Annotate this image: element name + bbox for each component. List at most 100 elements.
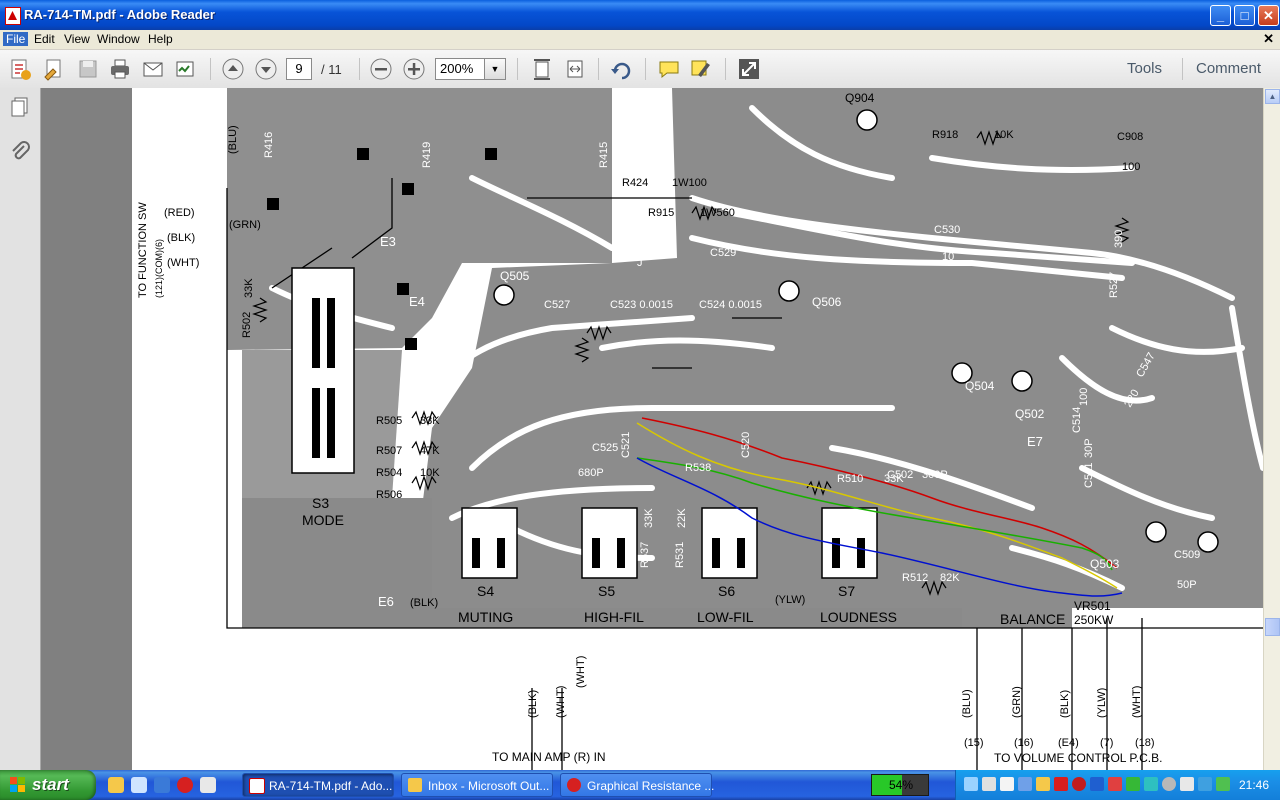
toolbar-separator — [210, 58, 211, 80]
resistor-value: 10K — [420, 467, 440, 479]
test-point-label: E4 — [409, 294, 425, 309]
muting-label: MUTING — [458, 609, 513, 625]
capacitor-value: 100 — [1078, 388, 1090, 406]
scroll-up-button[interactable]: ▲ — [1265, 89, 1280, 104]
vr-value: 250KW — [1074, 613, 1114, 627]
capacitor-label: C514 — [1071, 407, 1083, 433]
menu-help[interactable]: Help — [145, 32, 176, 46]
zoom-out-icon[interactable] — [369, 57, 393, 81]
resistor-label: R506 — [376, 489, 402, 501]
email-icon[interactable] — [141, 57, 165, 81]
prev-page-icon[interactable] — [221, 57, 245, 81]
internet-explorer-icon[interactable] — [154, 777, 170, 793]
show-desktop-icon[interactable] — [131, 777, 147, 793]
resistor-label: R504 — [376, 467, 402, 479]
clock[interactable]: 21:46 — [1239, 778, 1269, 792]
volume-pin: (18) — [1135, 737, 1155, 749]
zoom-dropdown-button[interactable]: ▼ — [485, 58, 506, 80]
scrollbar-thumb[interactable] — [1265, 618, 1280, 636]
checkmark-tray-icon[interactable] — [1126, 777, 1140, 791]
title-bar[interactable]: RA-714-TM.pdf - Adobe Reader _ □ ✕ — [0, 0, 1280, 30]
tools-panel-link[interactable]: Tools — [1127, 60, 1162, 77]
security-tray-icon[interactable] — [1072, 777, 1086, 791]
edit-icon[interactable] — [42, 57, 66, 81]
network-tray-icon[interactable] — [964, 777, 978, 791]
menu-view[interactable]: View — [61, 32, 93, 46]
highlight-icon[interactable] — [689, 57, 713, 81]
task-graphical-resistance[interactable]: Graphical Resistance ... — [560, 773, 714, 797]
outlook-quicklaunch-icon[interactable] — [108, 777, 124, 793]
document-page-view[interactable]: (BLU) (RED) (GRN) (BLK) (WHT) TO FUNCTIO… — [132, 88, 1263, 770]
document-background — [41, 88, 132, 770]
task-adobe-reader[interactable]: RA-714-TM.pdf - Ado... — [242, 773, 394, 797]
wire-label: (RED) — [164, 207, 195, 219]
cpu-meter-label: 54% — [888, 778, 914, 792]
wire-label: (BLU) — [227, 125, 239, 154]
minimize-button[interactable]: _ — [1210, 5, 1231, 26]
wire-label: (GRN) — [229, 219, 261, 231]
outlook-tray-icon[interactable] — [1036, 777, 1050, 791]
update-tray-icon[interactable] — [1216, 777, 1230, 791]
taskbar: start RA-714-TM.pdf - Ado... Inbox - Mic… — [0, 770, 1280, 800]
comment-panel-link[interactable]: Comment — [1196, 60, 1261, 77]
wireless-tray-icon[interactable] — [1198, 777, 1212, 791]
zoom-in-icon[interactable] — [402, 57, 426, 81]
menu-file[interactable]: File — [3, 32, 29, 46]
toolbar-separator — [1182, 58, 1183, 80]
close-button[interactable]: ✕ — [1258, 5, 1279, 26]
usb-tray-icon[interactable] — [1018, 777, 1032, 791]
document-close-button[interactable]: ✕ — [1263, 31, 1274, 47]
test-point-label: E7 — [1027, 434, 1043, 449]
resistor-value: 22K — [676, 508, 688, 528]
ati-tray-icon[interactable] — [1054, 777, 1068, 791]
task-outlook-inbox[interactable]: Inbox - Microsoft Out... — [401, 773, 553, 797]
sync-tray-icon[interactable] — [1144, 777, 1158, 791]
zoom-level-input[interactable]: 200% — [435, 58, 485, 80]
maximize-button[interactable]: □ — [1234, 5, 1255, 26]
resistor-label: R502 — [241, 312, 253, 338]
page-number-input[interactable]: 9 — [286, 58, 312, 80]
create-pdf-icon[interactable] — [8, 57, 32, 81]
navigation-pane — [0, 88, 41, 770]
capacitor-label: C525 — [592, 442, 618, 454]
alert-tray-icon[interactable] — [1108, 777, 1122, 791]
capacitor-label: C520 — [740, 432, 752, 458]
capacitor-label: C527 — [544, 299, 570, 311]
vertical-scrollbar[interactable]: ▲ — [1263, 88, 1280, 770]
full-screen-icon[interactable] — [737, 57, 761, 81]
resistor-value: 82K — [940, 572, 960, 584]
window-title: RA-714-TM.pdf - Adobe Reader — [24, 7, 215, 22]
main-amp-wire: (WHT) — [555, 686, 567, 718]
sign-icon[interactable] — [174, 57, 198, 81]
next-page-icon[interactable] — [254, 57, 278, 81]
print-icon[interactable] — [108, 57, 132, 81]
outlook-task-icon — [408, 778, 422, 792]
resistor-label: R505 — [376, 415, 402, 427]
toolbar-separator — [725, 58, 726, 80]
start-button[interactable]: start — [0, 770, 96, 800]
pages-icon[interactable] — [9, 96, 31, 118]
attachments-icon[interactable] — [9, 140, 31, 162]
menu-window[interactable]: Window — [94, 32, 143, 46]
display-tray-icon[interactable] — [982, 777, 996, 791]
save-icon[interactable] — [76, 57, 100, 81]
power-tray-icon[interactable] — [1180, 777, 1194, 791]
rotate-icon[interactable] — [609, 57, 633, 81]
speaker-tray-icon[interactable] — [1162, 777, 1176, 791]
opera-icon[interactable] — [177, 777, 193, 793]
q506-label: Q506 — [812, 295, 842, 309]
fit-width-icon[interactable] — [563, 57, 587, 81]
adobe-reader-window: RA-714-TM.pdf - Adobe Reader _ □ ✕ File … — [0, 0, 1280, 770]
sticky-note-icon[interactable] — [657, 57, 681, 81]
app-quicklaunch-icon[interactable] — [200, 777, 216, 793]
fit-page-icon[interactable] — [530, 57, 554, 81]
function-sw-label: TO FUNCTION SW — [137, 202, 149, 298]
menu-edit[interactable]: Edit — [31, 32, 58, 46]
resistor-label: R537 — [639, 542, 651, 568]
mail-tray-icon[interactable] — [1000, 777, 1014, 791]
bluetooth-tray-icon[interactable] — [1090, 777, 1104, 791]
s4-label: S4 — [477, 583, 494, 599]
volume-pin: (15) — [964, 737, 984, 749]
q504-label: Q504 — [965, 379, 995, 393]
main-amp-label: TO MAIN AMP (R) IN — [492, 750, 606, 764]
